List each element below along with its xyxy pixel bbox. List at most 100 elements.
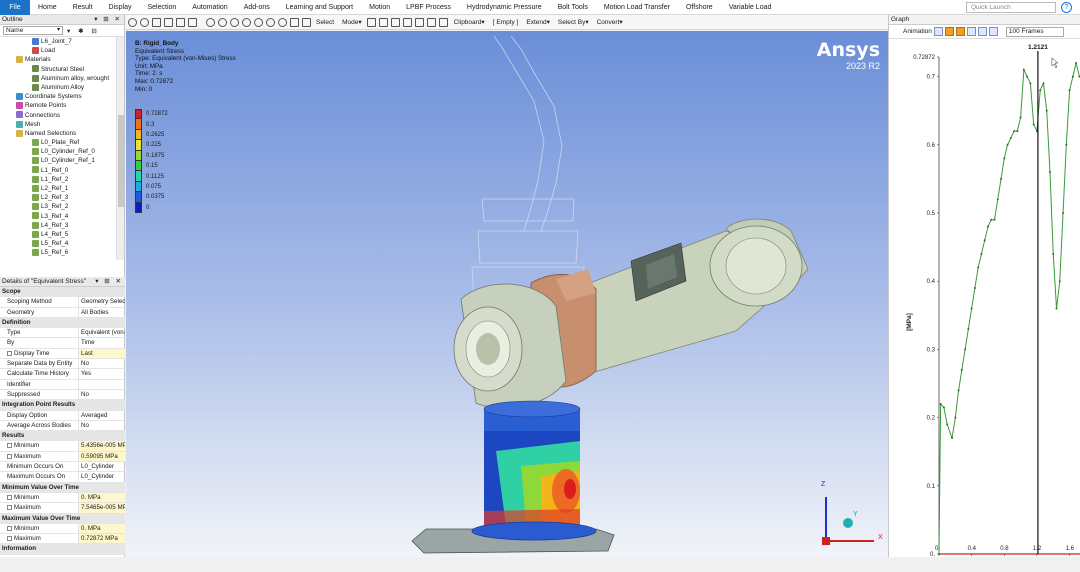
select-element-face-icon[interactable] — [439, 17, 449, 27]
details-section[interactable]: Integration Point Results — [0, 400, 125, 411]
outline-item[interactable]: L5_Ref_6 — [0, 248, 124, 257]
help-icon[interactable]: ? — [1061, 2, 1072, 13]
select-element-icon[interactable] — [427, 17, 437, 27]
outline-item[interactable]: L4_Ref_3 — [0, 221, 124, 230]
details-section[interactable]: Scope — [0, 287, 125, 298]
select-label[interactable]: Select — [312, 19, 338, 26]
outline-item[interactable]: L1_Ref_2 — [0, 175, 124, 184]
outline-item[interactable]: L0_Plate_Ref — [0, 138, 124, 147]
select-vertex-icon[interactable] — [367, 17, 377, 27]
select-face-icon[interactable] — [391, 17, 401, 27]
parameter-checkbox[interactable] — [7, 525, 12, 531]
details-value[interactable]: 7.5465e-005 MPa — [79, 503, 125, 513]
details-value[interactable]: No — [79, 359, 125, 368]
details-value[interactable]: 0.72872 MPa — [79, 534, 125, 544]
step-forward-icon[interactable] — [966, 27, 976, 36]
view-cube-icon[interactable] — [151, 17, 161, 27]
stress-time-chart[interactable]: 0.72872 0.7 0.6 0.5 0.4 0.3 0.2 0.1 0. [MPa] 1.212… — [889, 37, 1080, 557]
convert-dropdown[interactable]: Convert▾ — [593, 18, 627, 26]
outline-filter-select[interactable]: Name — [3, 26, 63, 35]
outline-item[interactable]: Structural Steel — [0, 65, 124, 74]
outline-item[interactable]: L3_Ref_4 — [0, 212, 124, 221]
details-section[interactable]: Maximum Value Over Time — [0, 513, 125, 524]
menu-bolt-tools[interactable]: Bolt Tools — [550, 4, 596, 11]
step-back-icon[interactable] — [933, 27, 943, 36]
details-section[interactable]: Minimum Value Over Time — [0, 482, 125, 493]
select-body-icon[interactable] — [403, 17, 413, 27]
graphics-viewport[interactable]: B: Rigid_Body Equivalent Stress Type: Equ… — [126, 31, 888, 557]
outline-item[interactable]: Materials — [0, 55, 124, 64]
details-value[interactable]: No — [79, 421, 125, 430]
zoom-to-fit-icon[interactable] — [265, 17, 275, 27]
menu-display[interactable]: Display — [101, 4, 140, 11]
menu-hydrodynamic-pressure[interactable]: Hydrodynamic Pressure — [459, 4, 550, 11]
parameter-checkbox[interactable] — [7, 505, 12, 511]
menu-selection[interactable]: Selection — [139, 4, 184, 11]
menu-motion[interactable]: Motion — [361, 4, 398, 11]
extend-dropdown[interactable]: Extend▾ — [522, 18, 554, 26]
outline-item[interactable]: Connections — [0, 111, 124, 120]
quick-launch-input[interactable]: Quick Launch — [966, 2, 1056, 13]
outline-item[interactable]: L6_Joint_7 — [0, 37, 124, 46]
details-section[interactable]: Definition — [0, 317, 125, 329]
details-section[interactable]: Information — [0, 544, 125, 555]
contour-legend[interactable]: 0.72872 0.3 0.2625 0.225 0.1875 0.15 0.1125 0.0… — [135, 109, 168, 213]
menu-lpbf-process[interactable]: LPBF Process — [398, 4, 459, 11]
outline-item[interactable]: L3_Ref_2 — [0, 202, 124, 211]
select-node-icon[interactable] — [415, 17, 425, 27]
outline-item[interactable]: L5_Ref_4 — [0, 239, 124, 248]
details-section[interactable]: Results — [0, 431, 125, 442]
wireframe-icon[interactable] — [187, 17, 197, 27]
details-value[interactable]: Yes — [79, 369, 125, 378]
frames-select[interactable]: 100 Frames — [1005, 26, 1064, 37]
previous-view-icon[interactable] — [289, 17, 299, 27]
zoom-in-icon[interactable] — [241, 17, 251, 27]
next-view-icon[interactable] — [301, 17, 311, 27]
outline-item[interactable]: Mesh — [0, 120, 124, 129]
zoom-icon[interactable] — [229, 17, 239, 27]
details-value[interactable]: Averaged — [79, 411, 125, 420]
details-value[interactable]: Equivalent (von-Mises) Stress — [79, 328, 125, 337]
outline-item[interactable]: L1_Ref_0 — [0, 166, 124, 175]
select-by-dropdown[interactable]: Select By▾ — [554, 18, 593, 26]
details-value[interactable]: 0. MPa — [79, 523, 125, 534]
details-value[interactable]: No — [79, 390, 125, 399]
zoom-out-icon[interactable] — [253, 17, 263, 27]
transparency-icon[interactable] — [175, 17, 185, 27]
magnifier-icon[interactable] — [277, 17, 287, 27]
file-menu[interactable]: File — [0, 0, 30, 15]
robot-arm-model[interactable] — [126, 31, 888, 557]
outline-item[interactable]: Aluminum alloy, wrought — [0, 74, 124, 83]
menu-variable-load[interactable]: Variable Load — [721, 4, 780, 11]
zoom-box-icon[interactable] — [139, 17, 149, 27]
outline-item[interactable]: Coordinate Systems — [0, 92, 124, 101]
rotate-icon[interactable] — [205, 17, 215, 27]
parameter-checkbox[interactable] — [7, 494, 12, 500]
details-value[interactable]: L0_Cylinder — [79, 462, 125, 471]
stop-icon[interactable] — [955, 27, 965, 36]
menu-add-ons[interactable]: Add-ons — [236, 4, 278, 11]
menu-home[interactable]: Home — [30, 4, 65, 11]
outline-item[interactable]: Named Selections — [0, 129, 124, 138]
details-value[interactable]: 0.59095 MPa — [79, 451, 125, 462]
outline-item[interactable]: L2_Ref_1 — [0, 184, 124, 193]
mode-dropdown[interactable]: Mode▾ — [338, 18, 366, 26]
clipboard-dropdown[interactable]: Clipboard▾ — [450, 18, 489, 26]
menu-automation[interactable]: Automation — [184, 4, 235, 11]
outline-item[interactable]: L2_Ref_3 — [0, 193, 124, 202]
section-icon[interactable] — [163, 17, 173, 27]
parameter-checkbox[interactable] — [7, 350, 12, 356]
details-value[interactable]: All Bodies — [79, 308, 125, 317]
select-edge-icon[interactable] — [379, 17, 389, 27]
details-value[interactable] — [79, 380, 125, 389]
zoom-fit-icon[interactable] — [127, 17, 137, 27]
outline-tool-icons[interactable]: ▾ ✱ ⊟ — [67, 27, 100, 35]
outline-item[interactable]: L0_Cylinder_Ref_1 — [0, 156, 124, 165]
details-value[interactable]: Geometry Selection — [79, 297, 125, 306]
outline-item[interactable]: Aluminum Alloy — [0, 83, 124, 92]
pane-controls[interactable]: ▾ ⊞ ✕ — [94, 15, 122, 25]
menu-offshore[interactable]: Offshore — [678, 4, 721, 11]
details-value[interactable]: Time — [79, 338, 125, 347]
distributed-icon[interactable] — [977, 27, 987, 36]
outline-item[interactable]: Remote Points — [0, 101, 124, 110]
